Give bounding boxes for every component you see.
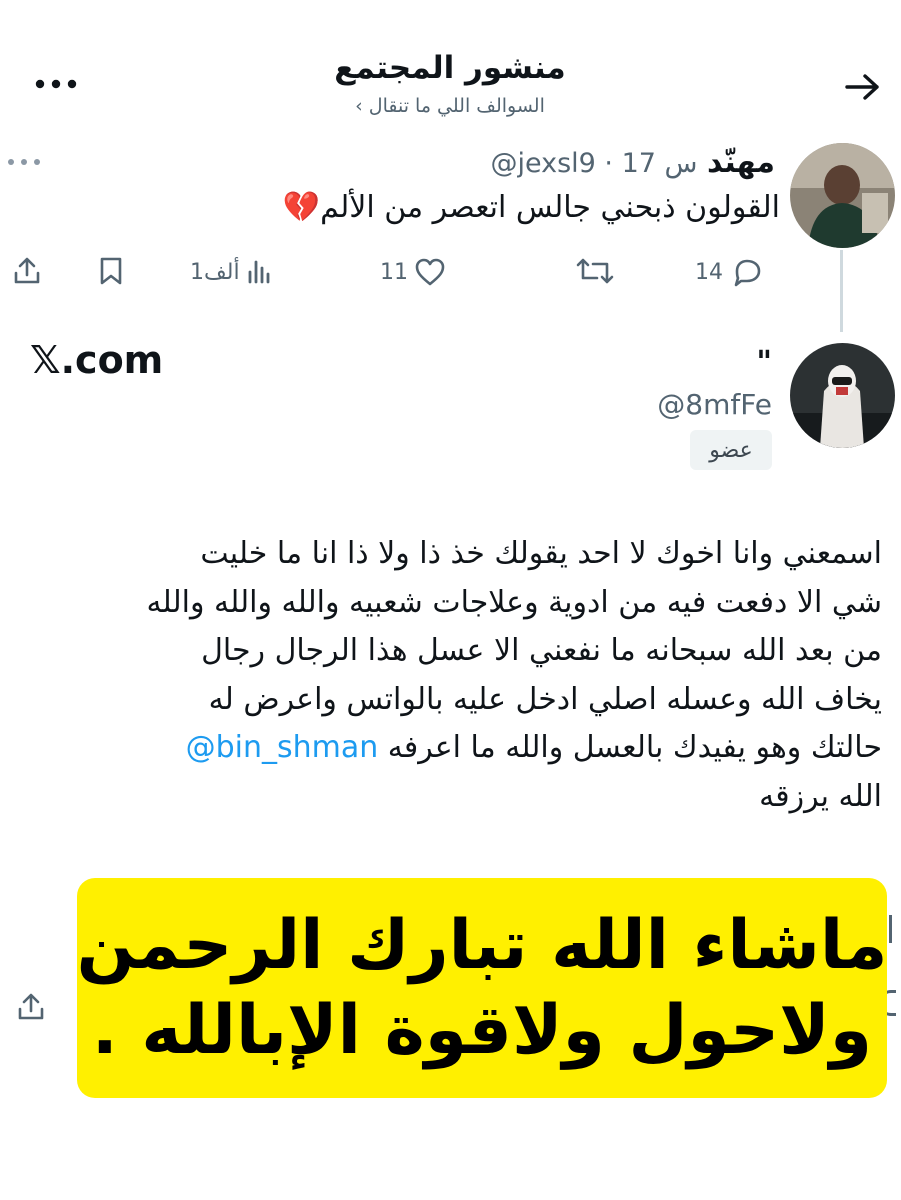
post-more-button[interactable] — [4, 150, 44, 174]
heart-icon — [415, 258, 445, 286]
member-badge-label: عضو — [709, 437, 753, 463]
member-badge: عضو — [690, 430, 772, 470]
bookmark-icon — [100, 257, 122, 285]
handle-timestamp[interactable]: @jexsl9 · 17 س — [490, 148, 697, 179]
post-body-line: من بعد الله سبحانه ما نفعني الا عسل هذا … — [201, 633, 882, 669]
post-header: مهنّد @jexsl9 · 17 س — [460, 145, 775, 185]
community-link[interactable]: السوالف اللي ما تنقال › — [300, 95, 600, 117]
mention-link[interactable]: @bin_shman — [186, 730, 379, 765]
more-horizontal-icon — [8, 159, 40, 165]
post-text: القولون ذبحني جالس اتعصر من الألم💔 — [200, 190, 780, 236]
avatar[interactable] — [790, 143, 895, 248]
highlight-overlay: ماشاء الله تبارك الرحمن ولاحول ولاقوة ال… — [77, 878, 887, 1098]
post-body: اسمعني وانا اخوك لا احد يقولك خذ ذا ولا … — [20, 530, 882, 822]
views-count: 1ألف — [190, 259, 240, 285]
post-text-content: القولون ذبحني جالس اتعصر من الألم — [320, 190, 780, 225]
bookmark-button[interactable] — [92, 252, 130, 290]
share-icon — [18, 993, 44, 1020]
watermark: 𝕏.com — [30, 338, 164, 382]
like-button[interactable]: 11 — [380, 254, 460, 290]
back-arrow-button[interactable] — [838, 62, 888, 112]
post-body-line: الله يرزقه — [759, 778, 882, 814]
post-body-text: حالتك وهو يفيدك بالعسل والله ما اعرفه — [387, 730, 882, 766]
views-chart-icon — [248, 260, 269, 284]
avatar[interactable] — [790, 343, 895, 448]
like-count: 11 — [380, 259, 408, 285]
broken-heart-emoji: 💔 — [282, 190, 321, 225]
post-body-line: اسمعني وانا اخوك لا احد يقولك خذ ذا ولا … — [200, 536, 882, 571]
post-body-line: حالتك وهو يفيدك بالعسل والله ما اعرفه @b… — [20, 724, 882, 773]
share-button[interactable] — [8, 252, 46, 290]
views-button[interactable]: 1ألف — [190, 254, 290, 290]
arrow-right-icon — [845, 74, 879, 100]
post-body-line: شي الا دفعت فيه من ادوية وعلاجات شعبيه و… — [146, 584, 882, 620]
reply-count: 14 — [695, 259, 723, 285]
overlay-line-2: ولاحول ولاقوة الإبالله . — [91, 991, 873, 1070]
page-title: منشور المجتمع — [334, 50, 566, 86]
more-options-button[interactable] — [26, 64, 86, 104]
more-horizontal-icon — [35, 79, 77, 89]
retweet-icon — [576, 258, 614, 284]
avatar-photo — [790, 343, 895, 448]
retweet-button[interactable] — [572, 252, 618, 290]
author-handle[interactable]: @8mfFe — [600, 388, 772, 421]
share-icon — [14, 257, 40, 284]
reply-bubble-icon — [734, 259, 761, 287]
reply-button[interactable]: 14 — [695, 254, 785, 290]
author-name[interactable]: " — [700, 345, 772, 380]
avatar-photo — [790, 143, 895, 248]
overlay-line-1: ماشاء الله تبارك الرحمن — [76, 906, 888, 985]
post-body-line: يخاف الله وعسله اصلي ادخل عليه بالواتس و… — [208, 681, 882, 717]
share-button[interactable] — [12, 988, 50, 1026]
thread-connector-line — [840, 250, 843, 332]
author-name[interactable]: مهنّد — [707, 145, 775, 180]
